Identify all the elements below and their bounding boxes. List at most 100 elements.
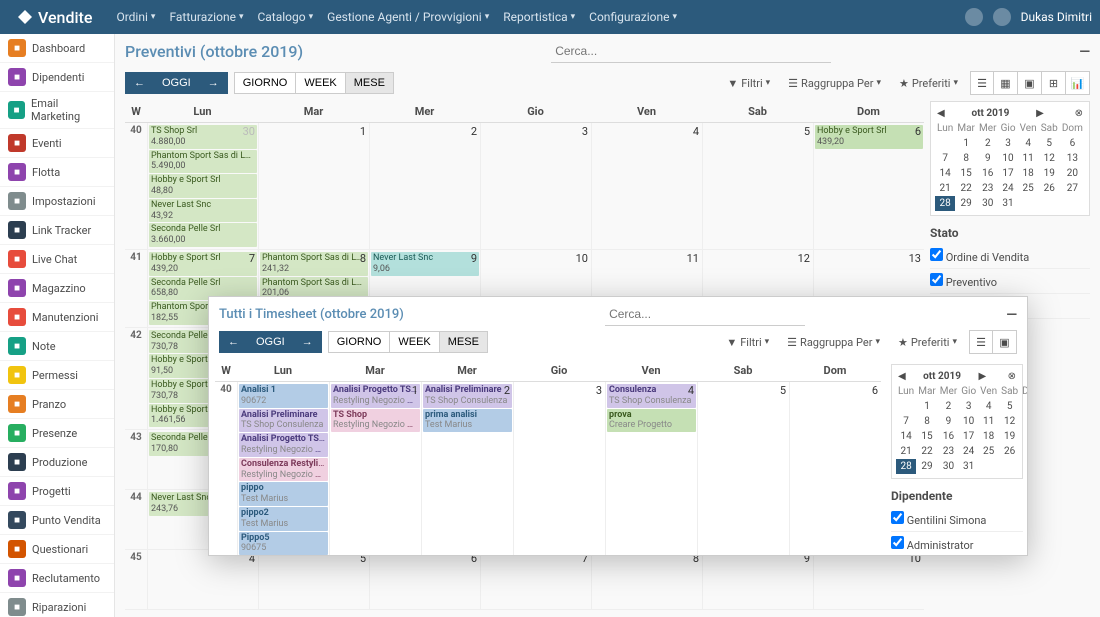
- mini-day[interactable]: 2: [938, 399, 959, 414]
- mini-day[interactable]: 22: [955, 181, 977, 196]
- calendar-cell[interactable]: 4: [147, 550, 258, 609]
- mini-prev[interactable]: ◀: [937, 108, 945, 119]
- calendar-cell[interactable]: 30TS Shop Srl4.880,00Phantom Sport Sas d…: [147, 123, 258, 249]
- globe-icon[interactable]: [965, 8, 983, 26]
- mini-day[interactable]: 31: [959, 459, 978, 474]
- chat-icon[interactable]: [993, 8, 1011, 26]
- sidebar-item-pranzo[interactable]: ■Pranzo: [0, 390, 114, 419]
- calendar-cell[interactable]: 3: [480, 123, 591, 249]
- calendar-cell[interactable]: 9: [702, 550, 813, 609]
- calendar-event[interactable]: Never Last Snc43,92: [149, 199, 257, 223]
- sidebar-item-riparazioni[interactable]: ■Riparazioni: [0, 593, 114, 617]
- mini-day[interactable]: 26: [999, 444, 1020, 459]
- timesheet-event[interactable]: Analisi PreliminareTS Shop Consulenza: [239, 409, 328, 433]
- mini-day[interactable]: 3: [999, 136, 1018, 151]
- brand[interactable]: Vendite: [8, 8, 102, 27]
- mini-day[interactable]: 12: [999, 414, 1020, 429]
- view-pivot-icon[interactable]: ⊞: [1042, 71, 1066, 95]
- mini-day[interactable]: [978, 459, 999, 474]
- mini-day[interactable]: 23: [938, 444, 959, 459]
- view-graph-icon[interactable]: 📊: [1066, 71, 1090, 95]
- timesheet-event[interactable]: prima analisiTest Marius: [423, 409, 512, 433]
- calendar-cell[interactable]: Analisi 190672Analisi PreliminareTS Shop…: [237, 382, 329, 555]
- sidebar-item-dipendenti[interactable]: ■Dipendenti: [0, 63, 114, 92]
- prev-button[interactable]: ←: [125, 72, 154, 94]
- calendar-cell[interactable]: 2Analisi PreliminareTS Shop Consulenzapr…: [421, 382, 513, 555]
- mini-day[interactable]: 27: [1020, 444, 1027, 459]
- mini-day[interactable]: 12: [1039, 151, 1060, 166]
- sidebar-item-live-chat[interactable]: ■Live Chat: [0, 245, 114, 274]
- floating-filter-button[interactable]: ▼ Filtri ▾: [720, 332, 775, 353]
- dipendente-checkbox[interactable]: Administrator: [891, 532, 1023, 555]
- calendar-event[interactable]: Seconda Pelle Srl3.660,00: [149, 223, 257, 247]
- mini-day[interactable]: 5: [1039, 136, 1060, 151]
- mini-close-icon[interactable]: ⊗: [1075, 108, 1083, 119]
- mini-day[interactable]: 13: [1020, 414, 1027, 429]
- calendar-cell[interactable]: 2: [369, 123, 480, 249]
- sidebar-item-email-marketing[interactable]: ■Email Marketing: [0, 92, 114, 129]
- mini-day[interactable]: [999, 459, 1020, 474]
- menu-reportistica[interactable]: Reportistica ▾: [503, 10, 575, 24]
- calendar-event[interactable]: TS Shop Srl4.880,00: [149, 125, 257, 149]
- view-kanban-icon[interactable]: ▦: [994, 71, 1018, 95]
- sidebar-item-progetti[interactable]: ■Progetti: [0, 477, 114, 506]
- mini-day[interactable]: 17: [959, 429, 978, 444]
- mini-day[interactable]: 21: [896, 444, 916, 459]
- collapse-icon[interactable]: —: [1079, 44, 1090, 60]
- calendar-cell[interactable]: 5: [697, 382, 789, 555]
- mini-day[interactable]: 6: [1060, 136, 1085, 151]
- calendar-event[interactable]: Phantom Sport Sas di Luciano Andret5.490…: [149, 150, 257, 174]
- timesheet-event[interactable]: TS ShopRestyling Negozio TS Shop: [331, 409, 420, 433]
- timesheet-event[interactable]: Consulenza Restyling TS ShopRestyling Ne…: [239, 458, 328, 482]
- mini-day[interactable]: 15: [916, 429, 938, 444]
- user-name[interactable]: Dukas Dimitri: [1021, 10, 1092, 24]
- dipendente-checkbox[interactable]: Gentilini Simona: [891, 507, 1023, 532]
- calendar-cell[interactable]: 3: [513, 382, 605, 555]
- mini-day[interactable]: 19: [1039, 166, 1060, 181]
- mini-day[interactable]: 23: [977, 181, 999, 196]
- calendar-cell[interactable]: 1Analisi Progetto TS ShopRestyling Negoz…: [329, 382, 421, 555]
- mini-day[interactable]: 5: [999, 399, 1020, 414]
- sidebar-item-impostazioni[interactable]: ■Impostazioni: [0, 187, 114, 216]
- mini-day[interactable]: [1039, 196, 1060, 211]
- timesheet-event[interactable]: pippo2Test Marius: [239, 507, 328, 531]
- mini-day[interactable]: 4: [1018, 136, 1039, 151]
- timesheet-event[interactable]: provaCreare Progetto: [607, 409, 696, 433]
- mini-day[interactable]: 30: [977, 196, 999, 211]
- calendar-cell[interactable]: 10: [813, 550, 924, 609]
- calendar-cell[interactable]: 5: [702, 123, 813, 249]
- mini-next[interactable]: ▶: [1036, 108, 1044, 119]
- mini-day[interactable]: 28: [896, 459, 916, 474]
- next-button[interactable]: →: [200, 72, 228, 94]
- floating-prev-button[interactable]: ←: [219, 331, 248, 353]
- mini-day[interactable]: 15: [955, 166, 977, 181]
- mini-day[interactable]: 17: [999, 166, 1018, 181]
- sidebar-item-permessi[interactable]: ■Permessi: [0, 361, 114, 390]
- mini-day[interactable]: 22: [916, 444, 938, 459]
- mini-day[interactable]: [1018, 196, 1039, 211]
- menu-configurazione[interactable]: Configurazione ▾: [589, 10, 677, 24]
- mini-day[interactable]: 27: [1060, 181, 1085, 196]
- mini-day[interactable]: 11: [1018, 151, 1039, 166]
- calendar-cell[interactable]: 8: [591, 550, 702, 609]
- mini-day[interactable]: 3: [959, 399, 978, 414]
- mini-day[interactable]: 14: [896, 429, 916, 444]
- mini-day[interactable]: 1: [955, 136, 977, 151]
- calendar-cell[interactable]: 4: [591, 123, 702, 249]
- mini-day[interactable]: 30: [938, 459, 959, 474]
- timesheet-event[interactable]: Analisi Progetto TS ShopRestyling Negozi…: [239, 433, 328, 457]
- mini-next[interactable]: ▶: [978, 371, 986, 382]
- view-list-icon[interactable]: ☰: [970, 71, 994, 95]
- mini-day[interactable]: 25: [1018, 181, 1039, 196]
- sidebar-item-flotta[interactable]: ■Flotta: [0, 158, 114, 187]
- floating-today-button[interactable]: OGGI: [248, 331, 294, 353]
- calendar-cell[interactable]: 7: [480, 550, 591, 609]
- view-calendar-icon[interactable]: ▣: [1018, 71, 1042, 95]
- mini-day[interactable]: 7: [935, 151, 955, 166]
- mini-day[interactable]: [1020, 459, 1027, 474]
- calendar-cell[interactable]: 5: [258, 550, 369, 609]
- sidebar-item-note[interactable]: ■Note: [0, 332, 114, 361]
- calendar-event[interactable]: Hobby e Sport Srl48,80: [149, 174, 257, 198]
- floating-search-input[interactable]: [605, 303, 805, 326]
- mini-day[interactable]: 7: [896, 414, 916, 429]
